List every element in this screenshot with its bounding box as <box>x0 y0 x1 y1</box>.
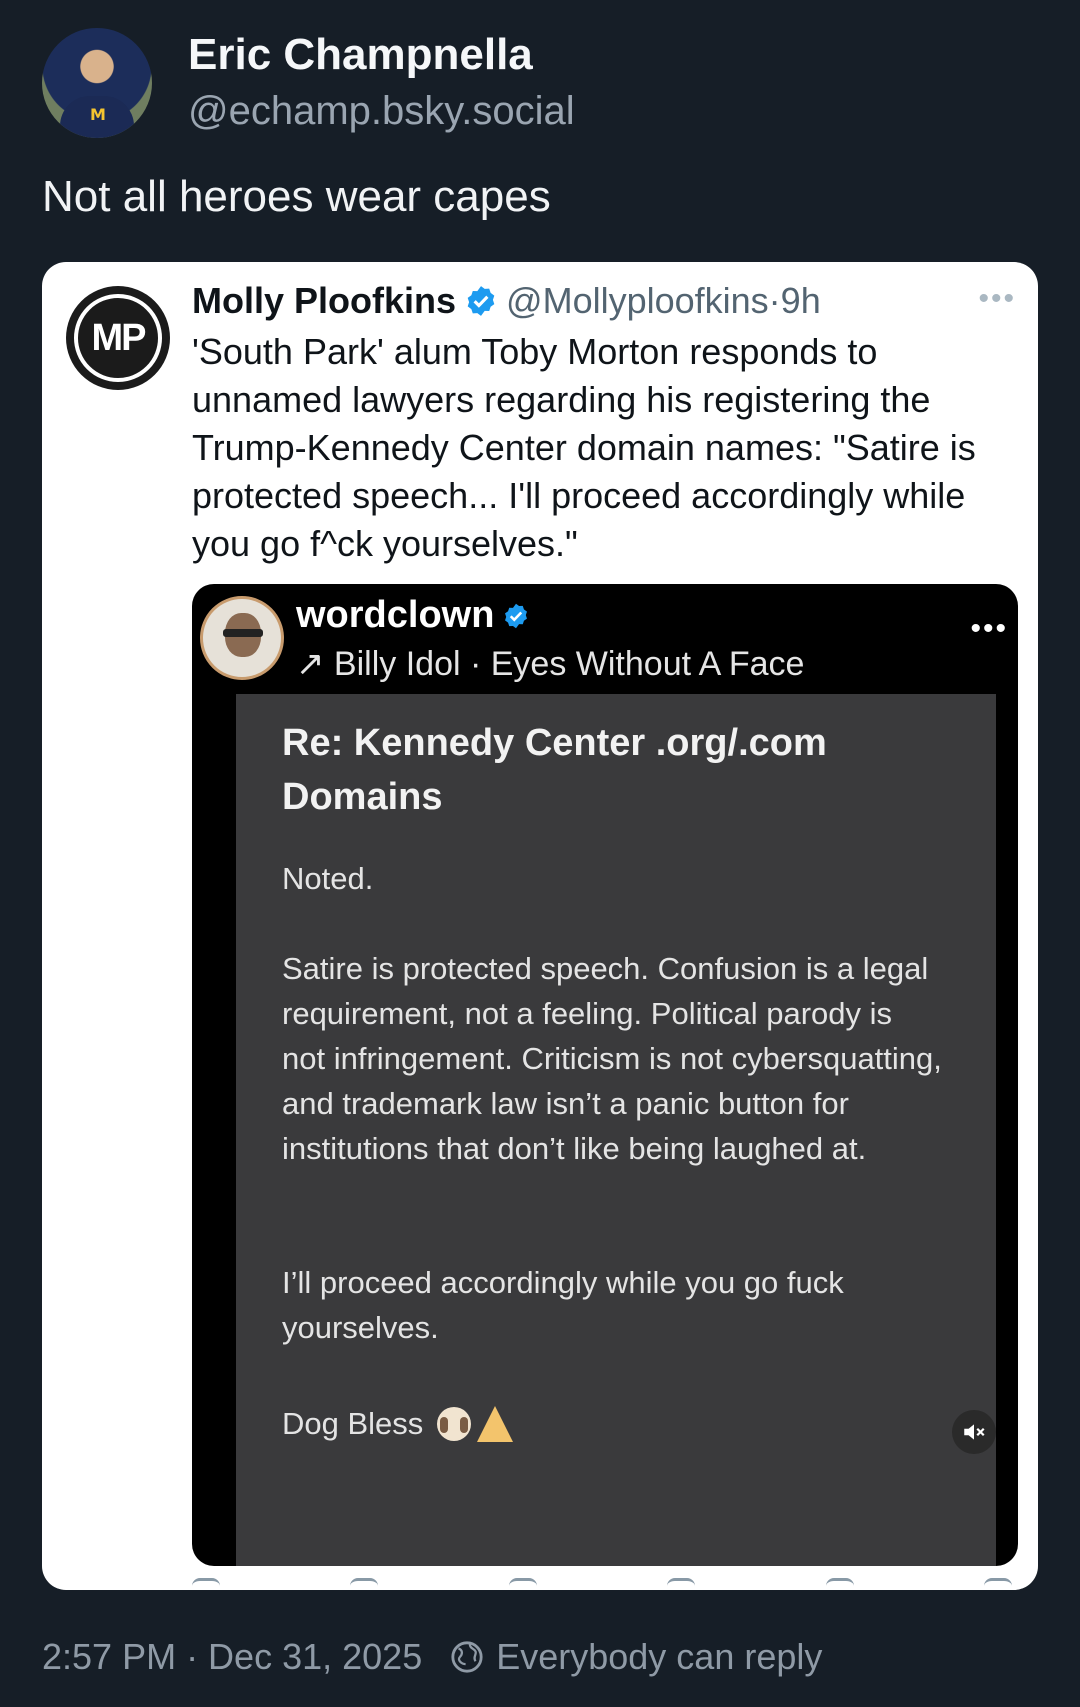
avatar-initials: MP <box>91 316 147 359</box>
quoted-time: 9h <box>780 280 821 321</box>
post-author[interactable]: M Eric Champnella @echamp.bsky.social <box>42 28 575 138</box>
share-icon <box>983 1578 1012 1590</box>
email-paragraph-2: Satire is protected speech. Confusion is… <box>282 951 942 1166</box>
reply-setting[interactable]: Everybody can reply <box>496 1636 822 1678</box>
globe-icon <box>451 1641 483 1673</box>
quoted-author-avatar[interactable]: MP <box>66 286 170 390</box>
bookmark-icon <box>825 1578 854 1590</box>
post-timestamp[interactable]: 2:57 PM · Dec 31, 2025 <box>42 1636 422 1678</box>
verified-badge-icon <box>467 286 495 316</box>
reply-icon <box>192 1578 220 1590</box>
email-signoff: Dog Bless <box>282 1406 424 1441</box>
post-footer: 2:57 PM · Dec 31, 2025 Everybody can rep… <box>42 1636 822 1678</box>
avatar-logo: M <box>90 105 106 124</box>
quoted-author-name[interactable]: Molly Ploofkins <box>192 280 456 322</box>
more-options-icon: ••• <box>970 612 1008 645</box>
email-paragraph-3: I’ll proceed accordingly while you go fu… <box>282 1265 844 1345</box>
praying-hands-emoji-icon <box>477 1406 514 1442</box>
author-avatar[interactable]: M <box>42 28 152 138</box>
wordclown-avatar <box>200 596 284 680</box>
more-options-icon[interactable]: ••• <box>978 282 1016 316</box>
quoted-author-handle[interactable]: @Mollyploofkins <box>506 280 769 322</box>
repost-icon <box>350 1578 379 1590</box>
views-icon <box>667 1578 696 1590</box>
embedded-screenshot: wordclown ↗ Billy Idol · Eyes Without A … <box>192 584 1018 1566</box>
email-subject: Re: Kennedy Center .org/.com Domains <box>282 722 827 818</box>
mute-icon-glyph <box>964 1424 985 1440</box>
email-signoff-row: Dog Bless <box>282 1406 514 1442</box>
author-display-name[interactable]: Eric Champnella <box>188 29 575 81</box>
separator-dot: · <box>768 280 781 321</box>
verified-badge-icon <box>505 603 528 628</box>
email-paragraph-1: Noted. <box>282 861 374 896</box>
wordclown-name-row: wordclown <box>296 594 538 637</box>
dog-emoji-icon <box>437 1407 472 1441</box>
music-track: ↗ Billy Idol · Eyes Without A Face <box>296 645 805 683</box>
mute-icon <box>952 1410 996 1454</box>
author-handle[interactable]: @echamp.bsky.social <box>188 85 575 137</box>
quoted-action-bar <box>192 1578 1012 1590</box>
quoted-post[interactable]: MP Molly Ploofkins @Mollyploofkins · 9h … <box>42 262 1038 1590</box>
post-text: Not all heroes wear capes <box>42 172 551 221</box>
email-card: Re: Kennedy Center .org/.com Domains Not… <box>236 694 996 1566</box>
quoted-text: 'South Park' alum Toby Morton responds t… <box>192 331 976 564</box>
wordclown-username: wordclown <box>296 594 495 636</box>
like-icon <box>508 1578 537 1590</box>
quoted-header: Molly Ploofkins @Mollyploofkins · 9h <box>192 280 821 322</box>
